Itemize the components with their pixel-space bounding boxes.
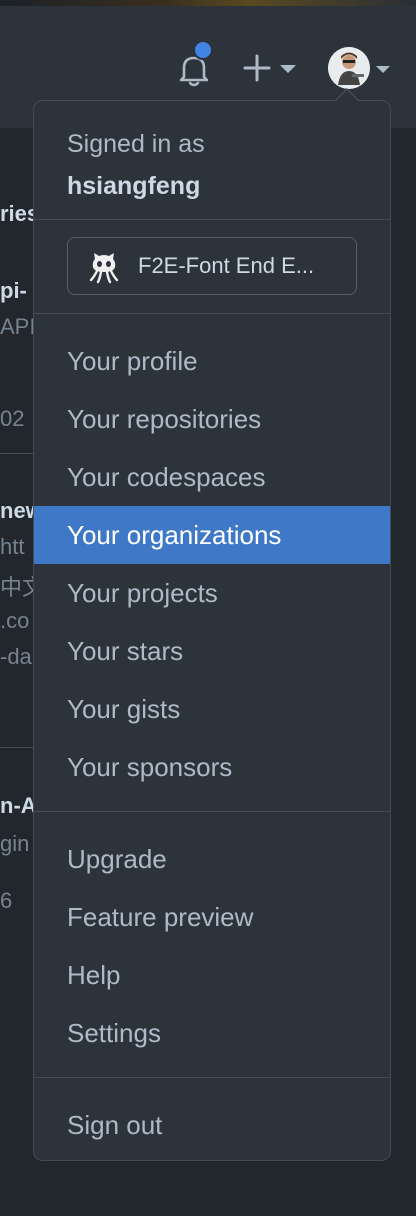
menu-item-your-repositories[interactable]: Your repositories [34,390,390,448]
menu-item-your-codespaces[interactable]: Your codespaces [34,448,390,506]
bg-fragment: -da [0,644,32,669]
menu-divider [34,811,390,812]
menu-divider [34,219,390,220]
bg-fragment: gin [0,831,30,856]
menu-item-your-projects[interactable]: Your projects [34,564,390,622]
menu-caret-fill [336,90,358,101]
octocat-icon [86,249,122,285]
chevron-down-icon[interactable] [374,62,392,73]
menu-item-help[interactable]: Help [34,946,390,1004]
menu-item-settings[interactable]: Settings [34,1004,390,1062]
bg-fragment: .co [0,608,30,633]
notification-indicator [193,40,213,60]
menu-item-upgrade[interactable]: Upgrade [34,830,390,888]
user-dropdown-menu: Signed in as hsiangfeng F2E-Font End E..… [33,100,391,1161]
bg-fragment: n-A [0,793,37,818]
signed-in-header: Signed in as hsiangfeng [67,123,205,207]
menu-item-your-sponsors[interactable]: Your sponsors [34,738,390,796]
menu-divider [34,313,390,314]
bg-divider [0,747,34,748]
avatar-icon[interactable] [328,47,370,89]
menu-item-feature-preview[interactable]: Feature preview [34,888,390,946]
sign-out-button[interactable]: Sign out [34,1096,390,1154]
signed-in-label: Signed in as [67,130,205,158]
create-new-button[interactable] [242,50,302,86]
username: hsiangfeng [67,172,201,200]
menu-item-your-gists[interactable]: Your gists [34,680,390,738]
bg-fragment: API [0,314,36,339]
menu-item-your-profile[interactable]: Your profile [34,332,390,390]
menu-divider [34,1077,390,1078]
menu-item-your-organizations[interactable]: Your organizations [34,506,390,564]
bg-fragment: 6 [0,888,13,913]
menu-item-your-stars[interactable]: Your stars [34,622,390,680]
status-label: F2E-Font End E... [138,253,315,278]
bg-fragment: htt [0,534,25,559]
bg-fragment: pi- [0,278,27,303]
bg-fragment: 02 [0,406,25,431]
bg-divider [0,453,34,454]
set-status-button[interactable]: F2E-Font End E... [67,237,357,295]
